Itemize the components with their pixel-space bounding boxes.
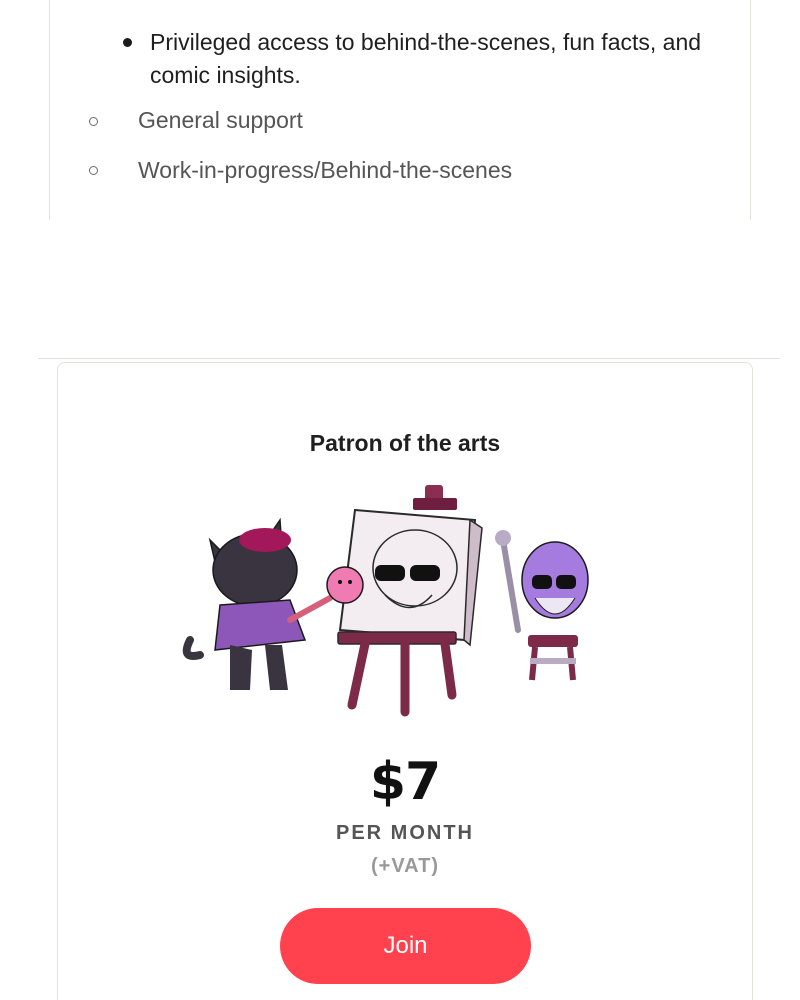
sub-benefit-general-support: General support xyxy=(138,107,303,133)
wizard-bust-icon xyxy=(495,530,589,681)
bullet-circle xyxy=(89,117,98,126)
benefit-main-text: Privileged access to behind-the-scenes, … xyxy=(150,29,702,88)
join-button[interactable]: Join xyxy=(280,908,531,984)
section-divider xyxy=(38,358,780,359)
cat-icon xyxy=(182,517,364,690)
bullet-dot xyxy=(123,38,132,47)
tier-title: Patron of the arts xyxy=(309,430,501,456)
price-period: PER MONTH xyxy=(336,822,474,844)
sub-benefit-wip: Work-in-progress/Behind-the-scenes xyxy=(138,157,513,183)
easel-icon xyxy=(337,485,483,717)
tax-note: (+VAT) xyxy=(370,855,440,877)
tier-illustration xyxy=(182,485,589,717)
bullet-circle xyxy=(89,166,98,175)
tier-price: $7 xyxy=(369,752,441,812)
